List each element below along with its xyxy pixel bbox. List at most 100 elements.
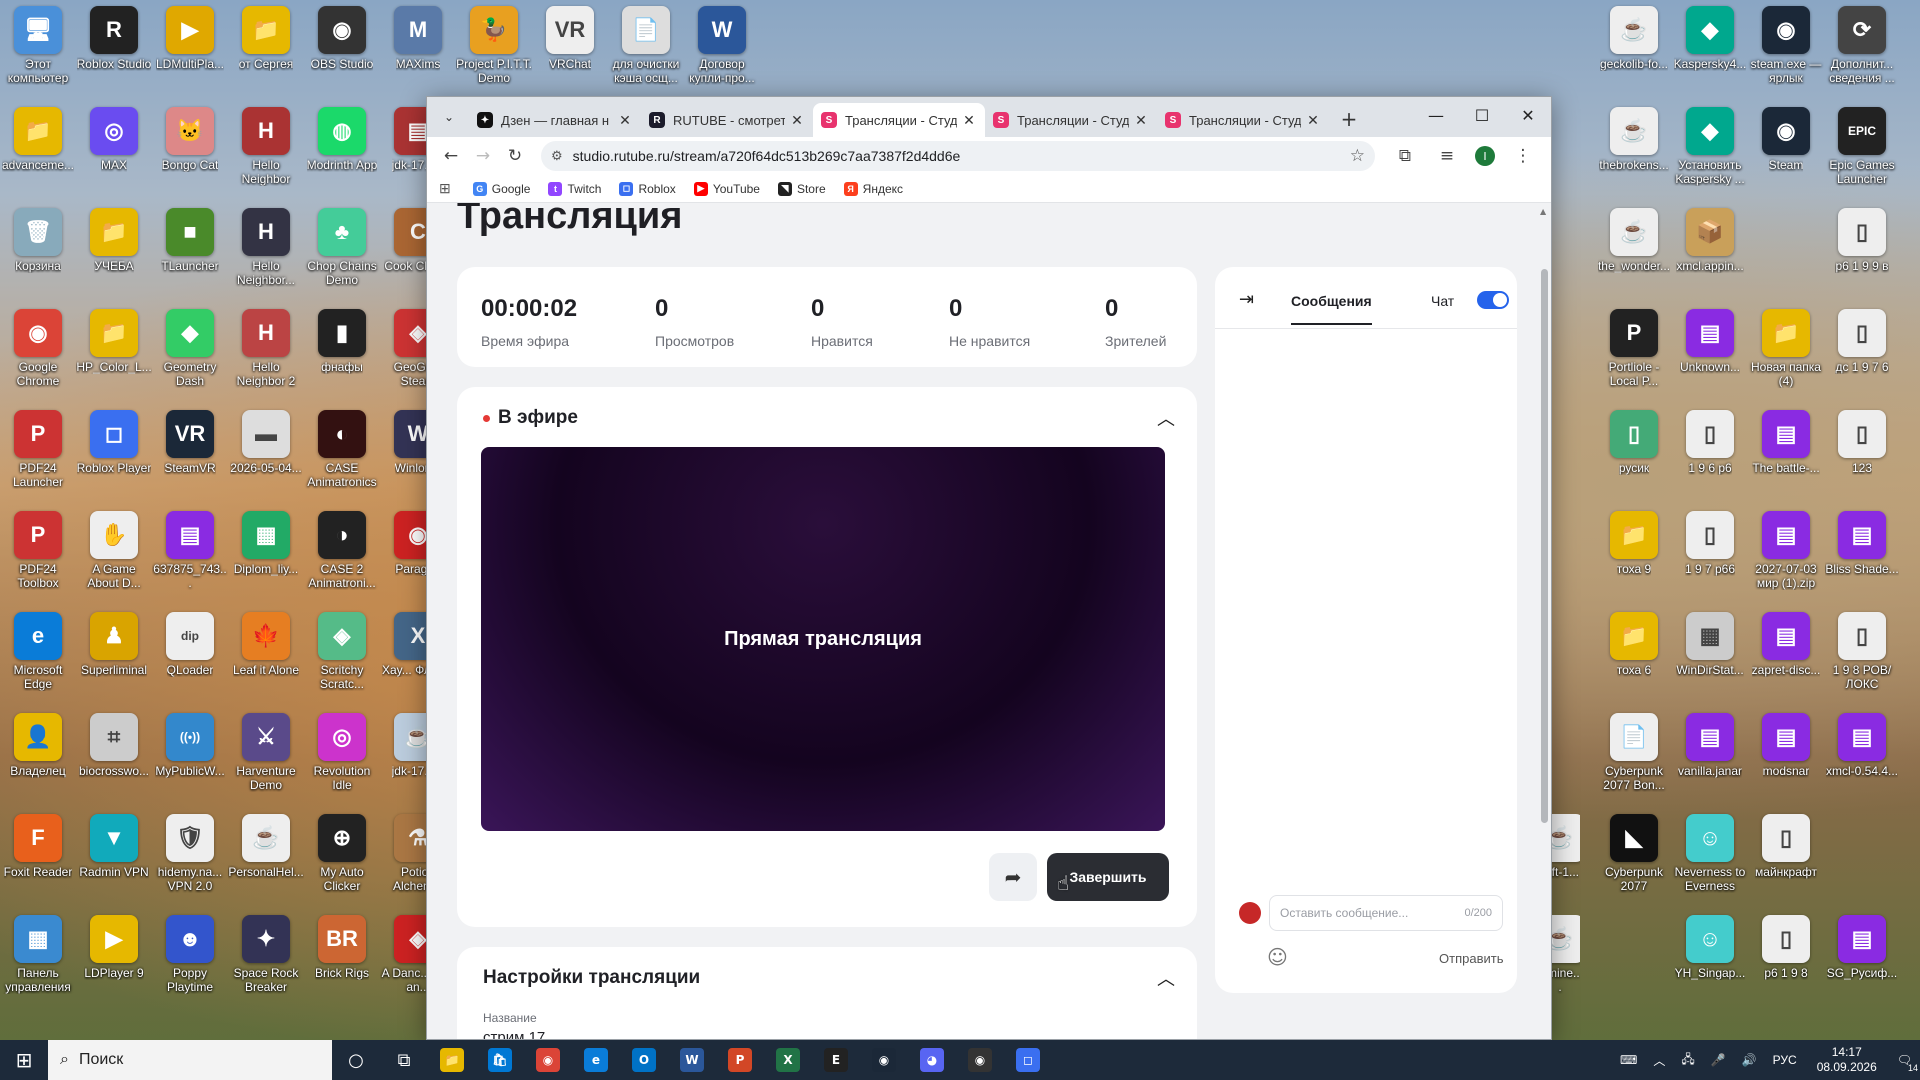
desktop-shortcut[interactable]: ((•)) MyPublicW... [152,713,228,778]
desktop-shortcut[interactable]: W Договор купли-про... [684,6,760,85]
tab-close-icon[interactable]: ✕ [789,112,805,129]
desktop-shortcut[interactable]: 🍁 Leaf it Alone [228,612,304,677]
desktop-shortcut[interactable]: ▯ 1 9 6 р6 [1672,410,1748,475]
desktop-shortcut[interactable]: 📁 тоха 6 [1596,612,1672,677]
taskbar-app-steam[interactable]: ◉ [860,1040,908,1080]
desktop-shortcut[interactable]: ◉ Google Chrome [0,309,76,388]
desktop-shortcut[interactable]: ◉ OBS Studio [304,6,380,71]
desktop-shortcut[interactable]: ✦ Space Rock Breaker [228,915,304,994]
close-window-icon[interactable]: ✕ [1505,97,1551,133]
desktop-shortcut[interactable]: ▮ фнафы [304,309,380,374]
scroll-up-icon[interactable]: ▲ [1540,207,1546,216]
desktop-shortcut[interactable]: ◆ Установить Kaspersky ... [1672,107,1748,186]
desktop-shortcut[interactable]: ◎ Revolution Idle [304,713,380,792]
desktop-shortcut[interactable]: ▤ vanilla.janar [1672,713,1748,778]
tab-close-icon[interactable]: ✕ [1305,112,1321,129]
desktop-shortcut[interactable]: 👤 Владелец [0,713,76,778]
desktop-shortcut[interactable]: H Hello Neighbor [228,107,304,186]
browser-tab[interactable]: S Трансляции - Студ ✕ [985,103,1157,137]
desktop-shortcut[interactable]: ♟ Superliminal [76,612,152,677]
desktop-shortcut[interactable]: ▶ LDMultiPla... [152,6,228,71]
clock[interactable]: 14:17 08.09.2026 [1805,1045,1889,1075]
apps-grid-icon[interactable]: ⊞ [439,180,451,197]
reload-icon[interactable]: ↻ [501,142,529,170]
desktop-shortcut[interactable]: 🖥 Этот компьютер [0,6,76,85]
desktop-shortcut[interactable]: 📄 Cyberpunk 2077 Bon... [1596,713,1672,792]
desktop-shortcut[interactable]: 🦆 Project P.I.T.T. Demo [456,6,532,85]
desktop-shortcut[interactable]: ▶ LDPlayer 9 [76,915,152,980]
desktop-shortcut[interactable]: ▯ р6 1 9 8 [1748,915,1824,980]
extensions-icon[interactable]: ⧉ [1391,142,1419,170]
desktop-shortcut[interactable]: ◆ Geometry Dash [152,309,228,388]
desktop-shortcut[interactable]: ▤ SG_Русиф... [1824,915,1900,980]
desktop-shortcut[interactable]: P Portliole - Local P... [1596,309,1672,388]
bookmark-item[interactable]: ▶ YouTube [693,181,760,196]
new-tab-button[interactable]: + [1335,105,1363,133]
maximize-icon[interactable]: ☐ [1459,97,1505,133]
desktop-shortcut[interactable]: 🗑 Корзина [0,208,76,273]
bookmark-star-icon[interactable]: ☆ [1350,146,1365,166]
browser-tab[interactable]: ✦ Дзен — главная н ✕ [469,103,641,137]
minimize-icon[interactable]: — [1413,97,1459,133]
desktop-shortcut[interactable]: ⊕ My Auto Clicker [304,814,380,893]
desktop-shortcut[interactable]: ◈ Scritchy Scratc... [304,612,380,691]
desktop-shortcut[interactable]: 🐱 Bongo Cat [152,107,228,172]
desktop-shortcut[interactable]: ▤ modsnar [1748,713,1824,778]
desktop-shortcut[interactable]: VR SteamVR [152,410,228,475]
settings-chevron-up-icon[interactable]: ︿ [1157,965,1175,991]
desktop-shortcut[interactable]: ▦ Diplom_liy... [228,511,304,576]
volume-icon[interactable]: 🔊 [1734,1053,1765,1067]
desktop-shortcut[interactable]: ▯ 1 9 8 РОВ/ЛОКС [1824,612,1900,691]
tray-chevron-up-icon[interactable]: ︿ [1645,1052,1673,1069]
desktop-shortcut[interactable]: ◑ CASE 2 Animatroni... [304,511,380,590]
desktop-shortcut[interactable]: ▤ Bliss Shade... [1824,511,1900,576]
cortana-icon[interactable]: ○ [332,1040,380,1080]
taskbar-app-store[interactable]: 🛍 [476,1040,524,1080]
page-scrollbar[interactable]: ▲ [1537,203,1551,1039]
desktop-shortcut[interactable]: ▯ 123 [1824,410,1900,475]
desktop-shortcut[interactable]: ▤ Unknown... [1672,309,1748,374]
bookmark-item[interactable]: Я Яндекс [843,181,903,196]
windows-start-icon[interactable]: ⊞ [0,1040,48,1080]
desktop-shortcut[interactable]: dip QLoader [152,612,228,677]
desktop-shortcut[interactable]: ⚔ Harventure Demo [228,713,304,792]
task-view-icon[interactable]: ⧉ [380,1040,428,1080]
desktop-shortcut[interactable]: VR VRChat [532,6,608,71]
bookmark-item[interactable]: G Google [472,181,530,196]
notifications-icon[interactable]: 🗨 14 [1889,1053,1920,1073]
url-field[interactable]: ⚙ studio.rutube.ru/stream/a720f64dc513b2… [541,141,1375,171]
desktop-shortcut[interactable]: 🛡 hidemy.na... VPN 2.0 [152,814,228,893]
desktop-shortcut[interactable]: 📄 для очистки кэша осщ... [608,6,684,85]
desktop-shortcut[interactable]: ☺ Neverness to Everness [1672,814,1748,893]
desktop-shortcut[interactable]: ▤ zapret-disc... [1748,612,1824,677]
profile-avatar[interactable]: I [1471,142,1499,170]
browser-tab[interactable]: S Трансляции - Студ ✕ [1157,103,1329,137]
desktop-shortcut[interactable]: ◉ Steam [1748,107,1824,172]
desktop-shortcut[interactable]: R Roblox Studio [76,6,152,71]
desktop-shortcut[interactable]: ◎ MAX [76,107,152,172]
microphone-icon[interactable]: 🎤 [1703,1053,1734,1067]
desktop-shortcut[interactable]: ▯ майнкрафт [1748,814,1824,879]
desktop-shortcut[interactable]: 📁 HP_Color_L... [76,309,152,374]
desktop-shortcut[interactable]: ■ TLauncher [152,208,228,273]
share-button[interactable]: ➦ [989,853,1037,901]
menu-kebab-icon[interactable]: ⋮ [1509,142,1537,170]
desktop-shortcut[interactable]: ▯ русик [1596,410,1672,475]
tab-close-icon[interactable]: ✕ [617,112,633,129]
desktop-shortcut[interactable]: ▦ Панель управления [0,915,76,994]
forward-icon[interactable]: → [469,142,497,170]
desktop-shortcut[interactable]: ▤ 2027-07-03 мир (1).zip [1748,511,1824,590]
browser-tab[interactable]: R RUTUBE - смотреть ✕ [641,103,813,137]
url-text[interactable]: studio.rutube.ru/stream/a720f64dc513b269… [573,148,1350,164]
tab-close-icon[interactable]: ✕ [1133,112,1149,129]
desktop-shortcut[interactable]: ◉ steam.exe — ярлык [1748,6,1824,85]
taskbar-app-excel[interactable]: X [764,1040,812,1080]
desktop-shortcut[interactable]: EPIC Epic Games Launcher [1824,107,1900,186]
desktop-shortcut[interactable]: ☕ PersonalHel... [228,814,304,879]
desktop-shortcut[interactable]: ☕ the_wonder... [1596,208,1672,273]
desktop-shortcut[interactable]: 📁 Новая папка (4) [1748,309,1824,388]
network-icon[interactable]: 🖧 [1673,1050,1702,1071]
desktop-shortcut[interactable]: ▦ WinDirStat... [1672,612,1748,677]
desktop-shortcut[interactable]: ▤ xmcl-0.54.4... [1824,713,1900,778]
taskbar-app-chrome[interactable]: ◉ [524,1040,572,1080]
